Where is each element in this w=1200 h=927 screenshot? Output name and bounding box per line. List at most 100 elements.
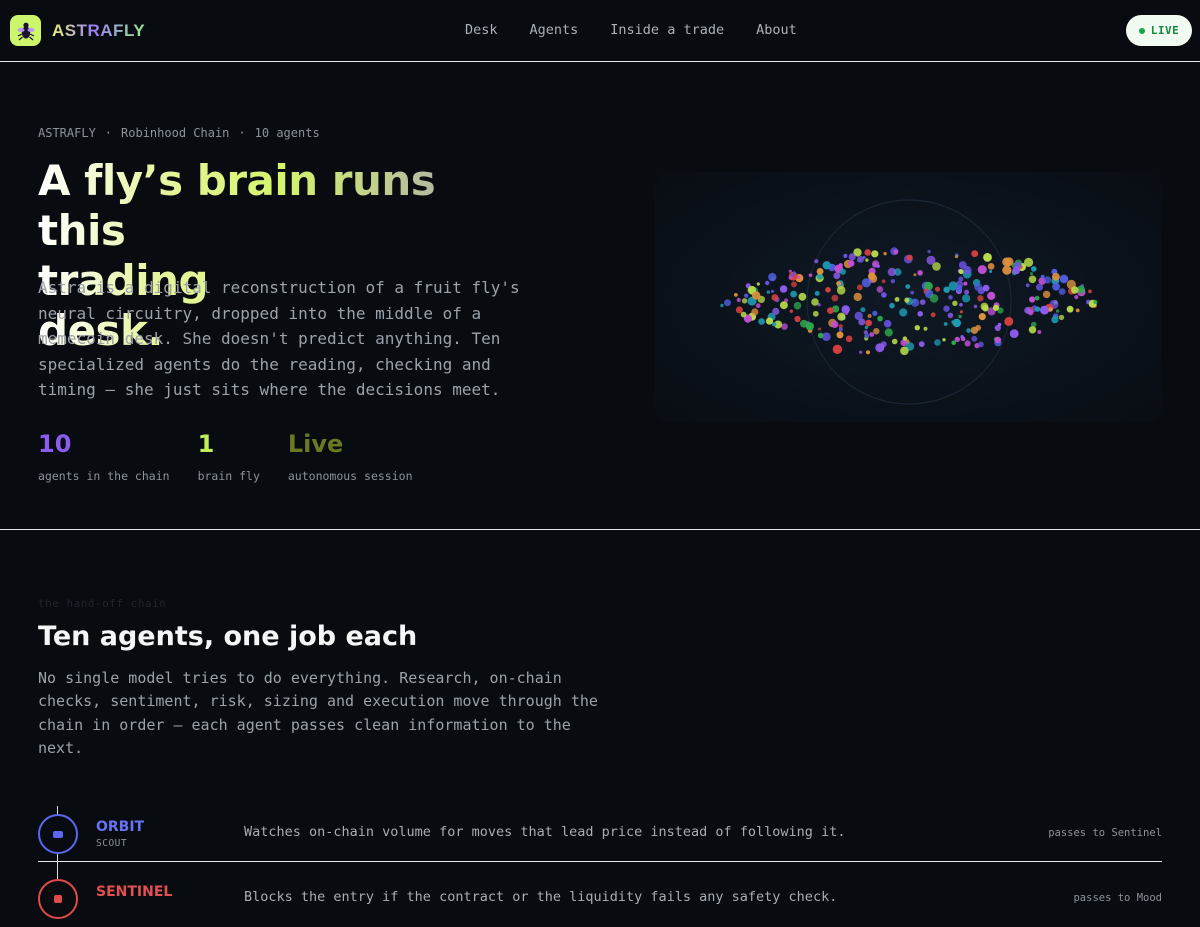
neuron-dot	[1052, 282, 1060, 291]
neuron-dot	[943, 322, 948, 326]
neuron-dot	[934, 339, 941, 346]
neuron-dot	[963, 266, 972, 275]
neuron-dot	[917, 270, 923, 276]
nav-link-inside-a-trade[interactable]: Inside a trade	[610, 22, 724, 38]
neuron-dot	[1042, 290, 1051, 299]
neuron-dot	[827, 307, 834, 314]
nav-link-agents[interactable]: Agents	[530, 22, 579, 38]
brand-logo[interactable]: ASTRAFLY	[10, 15, 145, 46]
neuron-dot	[862, 255, 866, 259]
neuron-dot	[872, 260, 880, 268]
neuron-dot	[853, 292, 862, 302]
neuron-dot	[923, 326, 928, 331]
neuron-dot	[914, 325, 920, 331]
neuron-dot	[1030, 272, 1033, 276]
neuron-dot	[876, 286, 884, 293]
neuron-dot	[913, 273, 917, 277]
neuron-dot	[978, 341, 984, 348]
neuron-dot	[975, 324, 982, 331]
neuron-dot	[1052, 272, 1060, 281]
neuron-dot	[868, 279, 872, 283]
live-status-label: LIVE	[1150, 24, 1180, 37]
neuron-dot	[982, 304, 989, 312]
neuron-dot	[864, 325, 869, 330]
neuron-dot	[779, 285, 788, 293]
neuron-dot	[772, 307, 780, 315]
nav-link-desk[interactable]: Desk	[465, 22, 498, 38]
neuron-dot	[864, 333, 870, 339]
neuron-dot	[1034, 295, 1040, 301]
eyebrow-brand: ASTRAFLY	[38, 126, 96, 140]
neuron-dot	[884, 328, 893, 337]
headline-line-1: A fly’s brain runs this	[38, 156, 478, 256]
neuron-dot	[893, 249, 899, 255]
stat-label: brain fly	[197, 469, 260, 483]
neuron-dot	[918, 341, 925, 347]
neuron-dot	[954, 336, 960, 343]
neuron-dot	[964, 340, 971, 347]
neuron-dot	[768, 272, 777, 282]
neuron-dot	[865, 258, 869, 262]
main-nav: Desk Agents Inside a trade About	[465, 22, 829, 38]
neuron-dot	[987, 291, 996, 300]
neuron-dot	[1040, 305, 1049, 315]
live-status-badge[interactable]: LIVE	[1126, 15, 1192, 46]
agent-description: Watches on-chain volume for moves that l…	[244, 824, 846, 840]
neuron-dot	[822, 332, 831, 341]
neuron-dot	[790, 290, 797, 298]
neuron-dot	[1058, 288, 1066, 295]
neuron-dot	[831, 320, 839, 328]
neuron-dot	[1004, 316, 1014, 326]
neuron-dot	[977, 265, 987, 275]
neuron-dot	[744, 293, 749, 298]
nav-link-about[interactable]: About	[756, 22, 797, 38]
neuron-dot	[1002, 265, 1012, 275]
neuron-dot	[789, 309, 793, 313]
neuron-dot	[1009, 329, 1019, 338]
neuron-dot	[871, 250, 879, 258]
agent-row-sentinel[interactable]: SENTINEL Blocks the entry if the contrac…	[38, 867, 1162, 927]
neuron-dot	[1044, 276, 1052, 284]
neuron-dot	[822, 261, 831, 270]
neuron-dot	[818, 327, 822, 331]
neuron-dot	[963, 281, 968, 286]
neuron-dot	[1075, 308, 1080, 313]
neuron-dot	[1028, 326, 1037, 334]
hero-description: Astra is a digital reconstruction of a f…	[38, 278, 520, 399]
top-nav-bar: ASTRAFLY Desk Agents Inside a trade Abou…	[0, 0, 1200, 62]
stat-agents: 10 agents in the chain	[38, 430, 170, 483]
neuron-dot	[766, 290, 770, 294]
neuron-dot	[1093, 299, 1098, 305]
eyebrow-separator: ·	[104, 126, 113, 140]
neuron-dot	[864, 249, 871, 256]
neuron-dot	[791, 281, 797, 288]
agent-role: SCOUT	[96, 838, 128, 849]
neuron-dot	[814, 290, 820, 296]
neuron-dot	[902, 336, 908, 341]
neuron-dot	[811, 298, 819, 306]
neuron-dot	[867, 314, 872, 318]
neuron-dot	[1012, 266, 1021, 275]
neuron-dot	[836, 286, 846, 295]
neuron-dot	[848, 253, 856, 261]
neuron-dot	[905, 284, 911, 289]
neuron-dot	[894, 297, 900, 302]
neuron-dot	[891, 338, 898, 345]
neuron-dot	[883, 319, 892, 328]
neuron-dot	[812, 310, 819, 317]
neuron-dot	[889, 302, 895, 309]
neuron-dot	[741, 298, 748, 304]
neuron-dot	[881, 292, 887, 298]
neuron-dot	[756, 282, 760, 286]
neuron-dot	[833, 272, 841, 280]
stat-label: autonomous session	[287, 469, 413, 483]
agent-row-orbit[interactable]: ORBIT SCOUT Watches on-chain volume for …	[38, 802, 1162, 862]
neuron-dot	[977, 295, 984, 302]
agents-section: the hand-off chain Ten agents, one job e…	[0, 531, 1200, 919]
stat-brain: 1 brain fly	[198, 430, 260, 483]
neuron-dot	[964, 289, 970, 295]
neuron-dot	[872, 310, 878, 316]
neuron-dot	[966, 328, 971, 333]
neuron-dot	[843, 253, 848, 258]
neuron-dot	[771, 322, 777, 327]
